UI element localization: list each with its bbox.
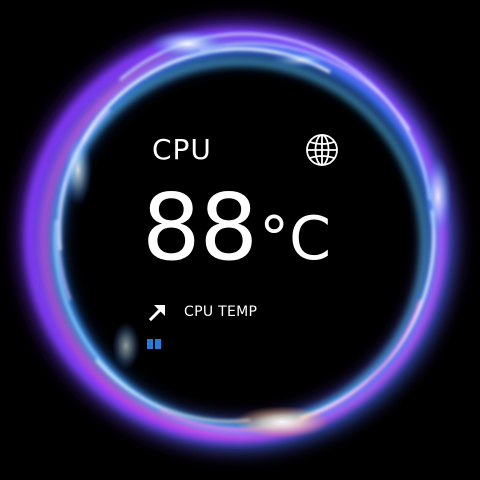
temperature-unit: °C <box>259 204 331 274</box>
temperature-value: 88 <box>142 174 258 281</box>
temperature-readout: 88 °C <box>142 178 331 278</box>
cpu-temperature-widget: CPU 88 °C CPU TEMP <box>0 0 480 480</box>
widget-title: CPU <box>152 133 212 166</box>
sensor-label: CPU TEMP <box>184 304 258 320</box>
page-indicator-icon[interactable] <box>147 337 161 349</box>
arrow-up-right-icon <box>148 302 168 322</box>
globe-icon[interactable] <box>304 132 340 168</box>
